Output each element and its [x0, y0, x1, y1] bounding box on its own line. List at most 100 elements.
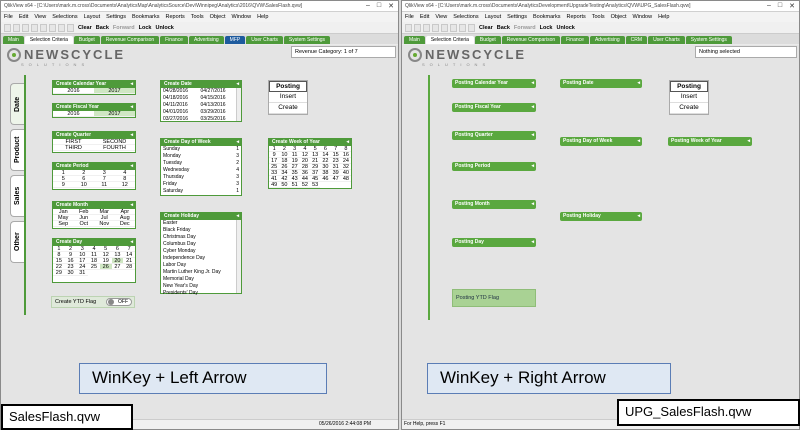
tab-advertising[interactable]: Advertising [188, 36, 224, 44]
script-icon[interactable] [67, 23, 74, 32]
back-button[interactable]: Back [497, 25, 510, 31]
menu-item[interactable]: Reports [165, 14, 184, 20]
list-item[interactable]: 52 [299, 182, 310, 188]
menu-item[interactable]: Layout [485, 14, 502, 20]
close-icon[interactable]: ✕ [388, 2, 394, 10]
save-icon[interactable] [423, 23, 430, 32]
list-item[interactable]: Thursday 3 [161, 174, 241, 181]
list-item[interactable]: 12 [114, 182, 135, 188]
menu-item[interactable]: Settings [507, 14, 527, 20]
forward-button[interactable]: Forward [514, 25, 536, 31]
list-item[interactable]: 29 [53, 270, 65, 276]
maximize-icon[interactable]: □ [778, 2, 782, 10]
print-icon[interactable] [31, 23, 38, 32]
list-item[interactable]: 10 [73, 182, 94, 188]
list-item[interactable]: 48 [340, 176, 351, 182]
save-icon[interactable] [22, 23, 29, 32]
open-icon[interactable] [13, 23, 20, 32]
back-button[interactable]: Back [96, 25, 109, 31]
menu-item[interactable]: Help [658, 14, 669, 20]
reload-icon[interactable] [459, 23, 466, 32]
list-item[interactable]: Memorial Day [161, 276, 236, 283]
tab-crm[interactable]: CRM [625, 36, 648, 44]
script-icon[interactable] [468, 23, 475, 32]
list-item[interactable]: 04/28/2016 [161, 88, 199, 95]
list-item[interactable]: 46 [320, 176, 331, 182]
list-item[interactable]: Cyber Monday [161, 248, 236, 255]
list-item[interactable]: THIRD [53, 145, 94, 151]
new-icon[interactable] [405, 23, 412, 32]
list-item[interactable]: 2017 [94, 88, 135, 94]
listbox-posting-period[interactable]: Posting Period [452, 162, 536, 171]
forward-button[interactable]: Forward [113, 25, 135, 31]
side-tab-date[interactable]: Date [10, 83, 25, 125]
menu-item[interactable]: Bookmarks [533, 14, 561, 20]
list-item[interactable]: Monday 3 [161, 153, 241, 160]
list-item[interactable]: Dec [114, 221, 135, 227]
list-item[interactable]: 53 [310, 182, 321, 188]
menu-item[interactable]: Reports [566, 14, 585, 20]
listbox-posting-date[interactable]: Posting Date [560, 79, 642, 88]
list-item[interactable]: FOURTH [94, 145, 135, 151]
list-item[interactable]: 04/11/2016 [161, 102, 199, 109]
list-item[interactable]: 28 [123, 264, 135, 270]
list-item[interactable]: 50 [279, 182, 290, 188]
tab-selection-criteria[interactable]: Selection Criteria [425, 36, 474, 44]
list-item[interactable]: Presidents' Day [161, 290, 236, 297]
listbox-posting-day-of-week[interactable]: Posting Day of Week [560, 137, 642, 146]
lock-button[interactable]: Lock [540, 25, 553, 31]
date-scrollbar[interactable] [236, 88, 241, 121]
minimize-icon[interactable]: – [767, 2, 771, 10]
menu-item[interactable]: Selections [453, 14, 478, 20]
list-item[interactable]: 04/27/2016 [199, 88, 237, 95]
tab-budget[interactable]: Budget [73, 36, 100, 44]
list-item[interactable]: 30 [64, 270, 77, 276]
ytd-toggle[interactable]: OFF [106, 298, 132, 306]
list-item[interactable]: Saturday 1 [161, 188, 241, 195]
menu-item[interactable]: Object [611, 14, 627, 20]
side-tab-sales[interactable]: Sales [10, 175, 25, 217]
list-item[interactable]: Tuesday 2 [161, 160, 241, 167]
list-item[interactable]: 25 [88, 264, 100, 270]
list-item[interactable]: 04/15/2016 [199, 95, 237, 102]
menu-item[interactable]: Edit [19, 14, 28, 20]
tab-main[interactable]: Main [3, 36, 24, 44]
tab-finance[interactable]: Finance [160, 36, 188, 44]
tab-advertising[interactable]: Advertising [589, 36, 625, 44]
menu-item[interactable]: Tools [191, 14, 204, 20]
list-item[interactable]: 49 [269, 182, 280, 188]
list-item[interactable]: 04/13/2016 [199, 102, 237, 109]
listbox-posting-day[interactable]: Posting Day [452, 238, 536, 247]
list-item[interactable]: 9 [53, 182, 74, 188]
create-button[interactable]: Create [670, 103, 708, 114]
list-item[interactable]: 51 [289, 182, 300, 188]
posting-ytd-flag[interactable]: Posting YTD Flag [452, 289, 536, 307]
listbox-posting-calendar-year[interactable]: Posting Calendar Year [452, 79, 536, 88]
redo-icon[interactable] [450, 23, 457, 32]
menu-item[interactable]: Selections [52, 14, 77, 20]
print-icon[interactable] [432, 23, 439, 32]
tab-system-settings[interactable]: System Settings [283, 36, 331, 44]
list-item[interactable]: 03/27/2016 [161, 116, 199, 123]
tab-budget[interactable]: Budget [474, 36, 501, 44]
minimize-icon[interactable]: – [366, 2, 370, 10]
list-item[interactable]: Nov [94, 221, 115, 227]
menu-item[interactable]: File [405, 14, 414, 20]
undo-icon[interactable] [441, 23, 448, 32]
holiday-scrollbar[interactable] [236, 220, 241, 293]
list-item[interactable]: Christmas Day [161, 234, 236, 241]
unlock-button[interactable]: Unlock [155, 25, 173, 31]
list-item[interactable]: Easter [161, 220, 236, 227]
list-item[interactable]: 03/25/2016 [199, 116, 237, 123]
menu-item[interactable]: Edit [420, 14, 429, 20]
list-item[interactable]: Independence Day [161, 255, 236, 262]
list-item[interactable]: 2016 [53, 88, 94, 94]
list-item[interactable]: 27 [111, 264, 124, 270]
reload-icon[interactable] [58, 23, 65, 32]
tab-mfp[interactable]: MFP [224, 36, 246, 44]
tab-system-settings[interactable]: System Settings [685, 36, 732, 44]
list-item[interactable]: 31 [76, 270, 89, 276]
redo-icon[interactable] [49, 23, 56, 32]
menu-item[interactable]: Help [257, 14, 268, 20]
new-icon[interactable] [4, 23, 11, 32]
